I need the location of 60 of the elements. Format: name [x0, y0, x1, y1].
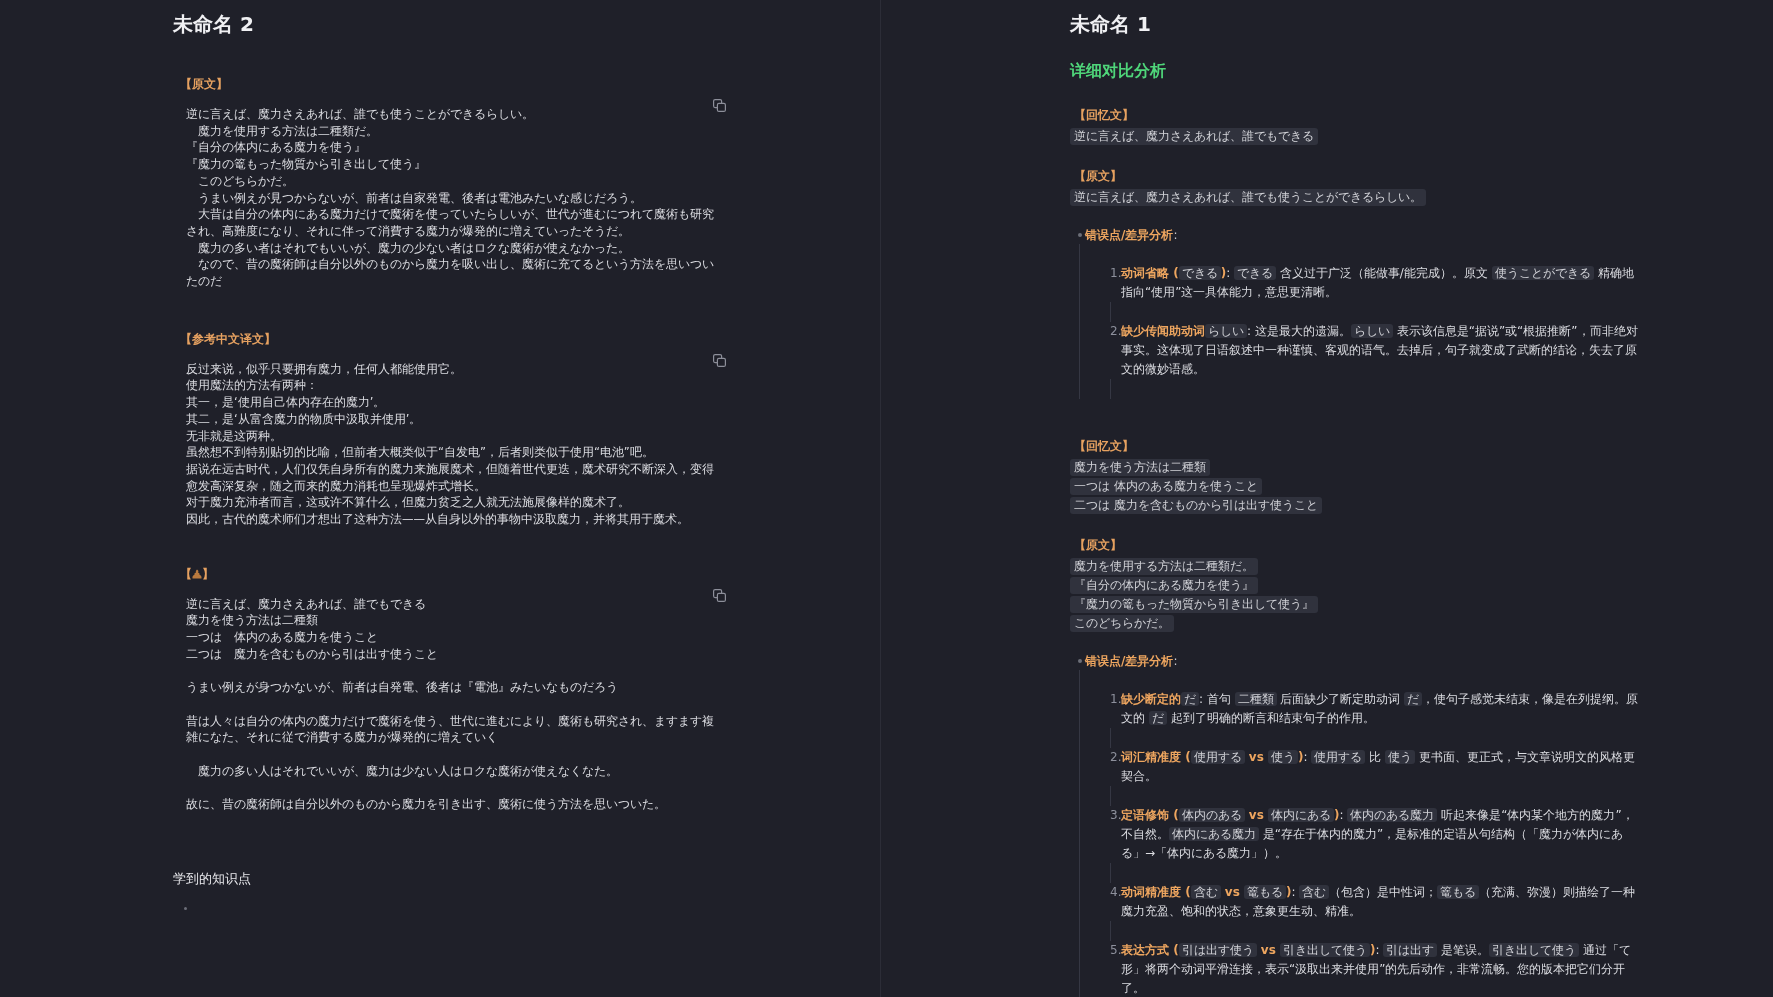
list-bullet	[1078, 233, 1082, 237]
section-label: 【原文】	[1074, 537, 1122, 553]
text-line: 『魔力の篭もった物質から引き出して使う』	[186, 156, 427, 173]
list-number: 1.	[1110, 265, 1121, 282]
list-bullet	[184, 906, 187, 910]
analysis-heading: 错误点/差异分析:	[1085, 227, 1178, 244]
text-line: 魔力を使う方法は二種類	[186, 612, 319, 630]
list-item-text: 动词精准度 ( 含む vs 篭もる ): 含む （包含）是中性词； 篭もる （充满、弥漫）则描绘了一种魔力充盈、饱和的状态，意象更生动、精准。	[1121, 884, 1637, 920]
section-label: 【原文】	[1074, 168, 1122, 184]
section-label: 【原文】	[180, 76, 228, 92]
text-line: 故に、昔の魔術師は自分以外のものから魔力を引き出す、魔術に使う方法を思いついた。	[186, 796, 667, 813]
analysis-heading: 错误点/差异分析:	[1085, 653, 1178, 670]
list-number: 3.	[1110, 807, 1121, 824]
bracket-text: 【	[180, 565, 192, 582]
text-line: 逆に言えば、魔力さえあれば、誰でもできる	[186, 595, 427, 613]
list-number: 5.	[1110, 942, 1121, 959]
list-item-text: 动词省略 ( できる ): できる 含义过于广泛（能做事/能完成）。原文 使うことができる 精确地指向“使用”这一具体能力，意思更清晰。	[1121, 265, 1635, 301]
text-line: 对于魔力充沛者而言，这或许不算什么，但魔力贫乏之人就无法施展像样的魔术了。	[186, 494, 631, 512]
list-number: 4.	[1110, 884, 1121, 901]
text-line: 一つは 体内のある魔力を使うこと	[186, 629, 379, 646]
text-line: 据说在远古时代，人们仅凭自身所有的魔力来施展魔术，但随着世代更迭，魔术研究不断深入，变得愈发高深复杂，随之而来的魔力消耗也呈现爆炸式增长。	[186, 460, 715, 495]
text-line: 其二，是‘从富含魔力的物质中汲取并使用’。	[186, 410, 423, 428]
list-item-text: 缺少传闻助动词 らしい : 这是最大的遗漏。 らしい 表示该信息是“据说”或“根据推断”，而非绝对事实。这体现了日语叙述中一种谨慎、客观的语气。去掉后，句子就变成了武断的结论，失去了原文的微妙语感。	[1121, 323, 1639, 378]
list-bullet	[1078, 659, 1082, 663]
list-item-text: 缺少断定的 だ : 首句 二種類 后面缺少了断定助动词 だ ，使句子感觉未结束，像是在列提纲。原文的 だ 起到了明确的断言和结束句子的作用。	[1121, 691, 1640, 727]
document-title: 未命名 1	[1070, 11, 1151, 38]
copy-icon[interactable]	[713, 588, 726, 602]
text-line: 大昔は自分の体内にある魔力だけで魔術を使っていたらしいが、世代が進むにつれて魔術も研究され、高難度になり、それに伴って消費する魔力が爆発的に増えていったそうだ。	[186, 206, 715, 240]
text-line: 使用魔法的方法有两种：	[186, 377, 319, 395]
list-item-text: 词汇精准度 ( 使用する vs 使う ): 使用する 比 使う 更书面、更正式，与文章说明文的风格更契合。	[1121, 749, 1636, 785]
text-line: 反过来说，似乎只要拥有魔力，任何人都能使用它。	[186, 360, 463, 378]
text-line: 其一，是‘使用自己体内存在的魔力’。	[186, 394, 387, 411]
text-line: 因此，古代的魔术师们才想出了这种方法——从自身以外的事物中汲取魔力，并将其用于魔术。	[186, 511, 690, 528]
text-line: 无非就是这两种。	[186, 427, 283, 445]
list-item-text: 定语修饰 ( 体内のある vs 体内にある ): 体内のある魔力 听起来像是“体内某个地方的魔力”，不自然。 体内にある魔力 是“存在于体内的魔力”，是标准的定语从句结构（「魔力が体内にある」→「体内にある魔力」）。	[1121, 807, 1635, 862]
text-line: 逆に言えば、魔力さえあれば、誰でも使うことができるらしい。	[186, 106, 535, 123]
list-item-text: 表达方式 ( 引は出す使う vs 引き出して使う ): 引は出す 是笔误。 引き出して使う 通过「て形」将两个动词平滑连接，表示“汲取出来并使用”的先后动作，非常流畅。您的版本把它们分开了。	[1121, 942, 1632, 997]
section-label: 【参考中文译文】	[180, 330, 276, 347]
list-number: 2.	[1110, 323, 1121, 340]
section-label: 【回忆文】	[1074, 107, 1134, 123]
text-line: このどちらかだ。	[197, 172, 295, 190]
text-line: 魔力を使用する方法は二種類だ。	[197, 122, 379, 140]
text-line: なので、昔の魔術師は自分以外のものから魔力を吸い出し、魔術に充てるという方法を思いついたのだ	[186, 256, 715, 290]
copy-icon[interactable]	[713, 353, 726, 367]
section-heading: 学到的知识点	[173, 870, 251, 887]
copy-icon[interactable]	[713, 99, 726, 112]
text-line: 虽然想不到特别贴切的比喻，但前者大概类似于“自发电”，后者则类似于使用“电池”吧。	[186, 444, 655, 461]
section-label: 【回忆文】	[1074, 438, 1134, 454]
bracket-text: 】	[202, 565, 214, 582]
text-line: うまい例えが身つかないが、前者は自発電、後者は『電池』みたいなものだろう	[186, 679, 619, 696]
document-title: 未命名 2	[173, 11, 254, 38]
text-line: 魔力の多い者はそれでもいいが、魔力の少ない者はロクな魔術が使えなかった。	[197, 239, 631, 257]
text-line: 魔力の多い人はそれでいいが、魔力は少ない人はロクな魔術が使えなくなた。	[197, 762, 619, 780]
text-line: うまい例えが見つからないが、前者は自家発電、後者は電池みたいな感じだろう。	[197, 189, 643, 207]
text-line: 『自分の体内にある魔力を使う』	[186, 139, 367, 157]
text-line: 昔は人々は自分の体内の魔力だけで魔術を使う、世代に進むにより、魔術も研究され、ますます複雑になた、それに従で消費する魔力が爆発的に増えていく	[186, 712, 715, 747]
list-number: 2.	[1110, 749, 1121, 766]
text-line: 二つは 魔力を含むものから引は出す使うこと	[186, 645, 439, 663]
section-heading: 详细对比分析	[1070, 60, 1166, 82]
list-number: 1.	[1110, 691, 1121, 708]
